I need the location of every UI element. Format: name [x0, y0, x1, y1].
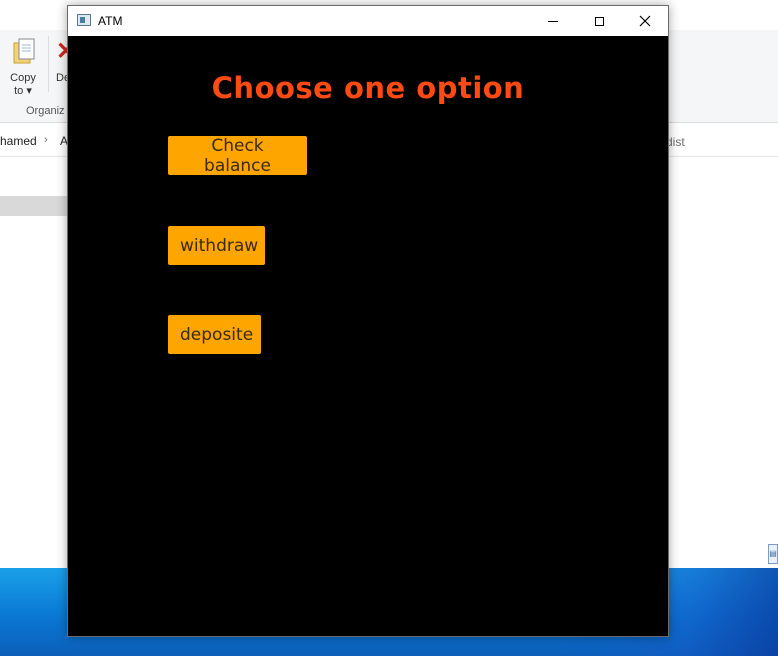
atm-window: ATM Choose one option Check balance with… — [67, 5, 669, 637]
copy-to-label-2: to ▾ — [14, 85, 32, 97]
ribbon-divider — [48, 36, 49, 92]
view-toggle-icon[interactable]: ▤ — [768, 544, 778, 564]
selected-list-item[interactable] — [0, 196, 70, 216]
organize-group-label: Organiz — [26, 105, 65, 117]
app-icon — [77, 14, 91, 26]
close-button[interactable] — [622, 6, 668, 36]
close-icon — [639, 15, 651, 27]
check-balance-button[interactable]: Check balance — [168, 136, 307, 176]
title-bar[interactable]: ATM — [68, 6, 668, 36]
breadcrumb-item[interactable]: hamed — [0, 134, 37, 148]
atm-content: Choose one option Check balance withdraw… — [68, 36, 668, 636]
copy-to-label: Copy — [10, 72, 36, 84]
deposit-button[interactable]: deposite — [168, 315, 261, 354]
maximize-button[interactable] — [576, 6, 622, 36]
maximize-icon — [594, 16, 604, 26]
page-title: Choose one option — [211, 71, 525, 105]
withdraw-button[interactable]: withdraw — [168, 226, 265, 265]
minimize-button[interactable] — [530, 6, 576, 36]
copy-to-icon[interactable] — [12, 37, 36, 67]
breadcrumb-chevron-icon: › — [44, 134, 48, 146]
minimize-icon — [548, 20, 558, 22]
copy-to-button[interactable]: Copy to ▾ — [6, 72, 40, 98]
window-title: ATM — [98, 14, 123, 28]
